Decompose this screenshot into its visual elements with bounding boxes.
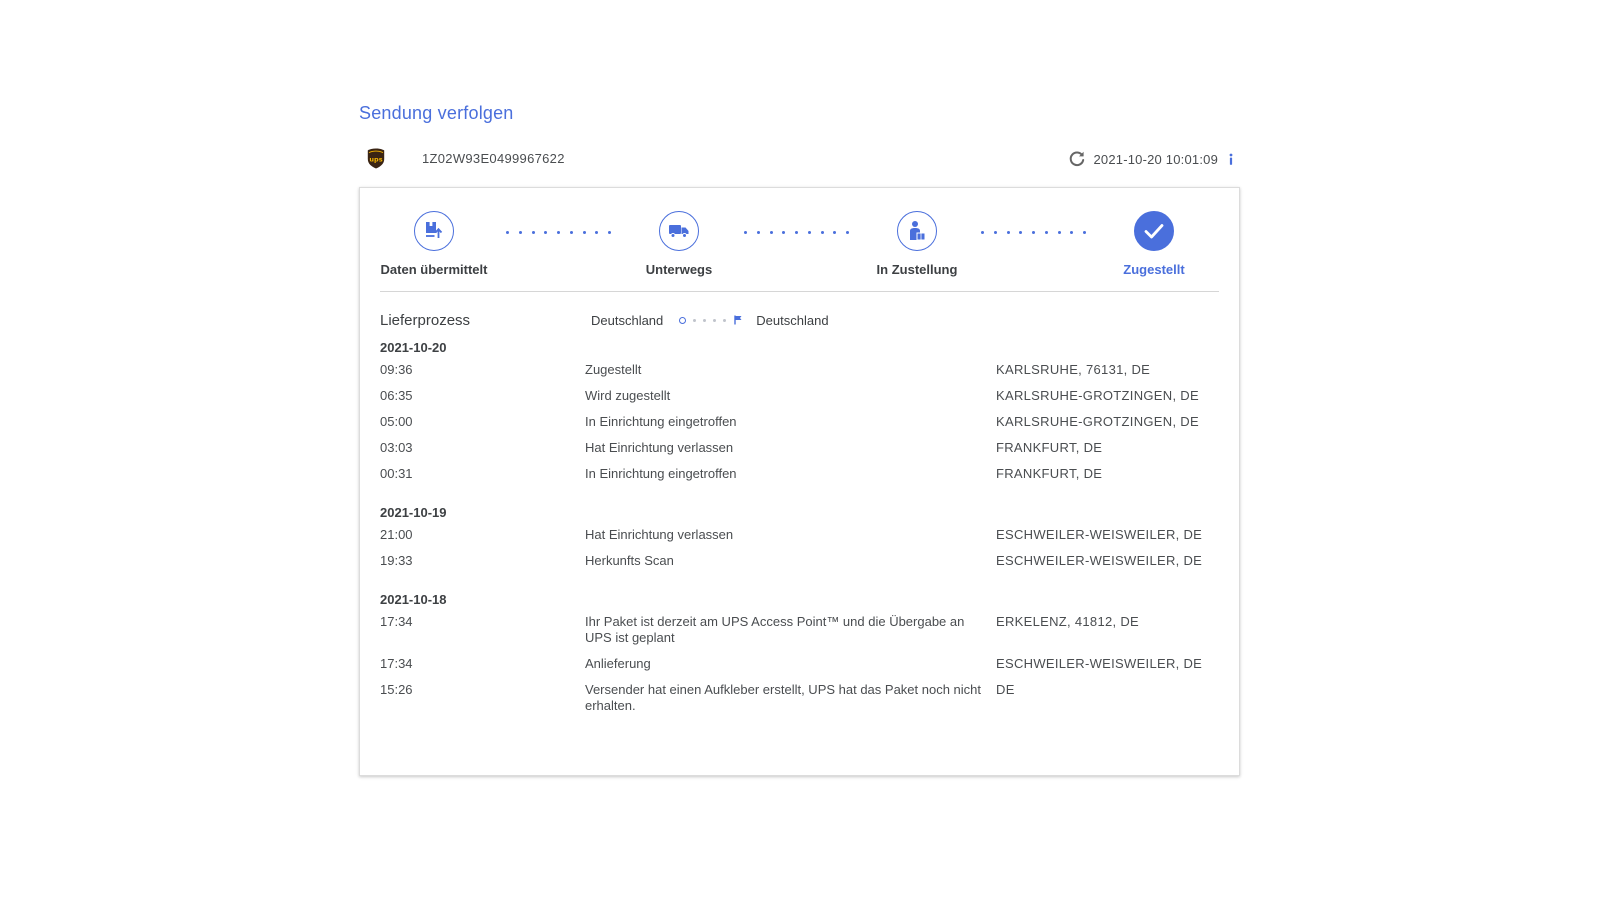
event-location: DE (996, 682, 1015, 697)
event-location: ESCHWEILER-WEISWEILER, DE (996, 527, 1203, 542)
event-location: ERKELENZ, 41812, DE (996, 614, 1139, 629)
step-connector (506, 231, 611, 235)
flag-icon (734, 315, 742, 325)
event-time: 00:31 (380, 466, 413, 481)
section-title: Lieferprozess (380, 312, 471, 329)
event-location: KARLSRUHE-GROTZINGEN, DE (996, 414, 1199, 429)
step-in-transit: Unterwegs (604, 211, 754, 277)
event-row: 17:34 Ihr Paket ist derzeit am UPS Acces… (380, 614, 1221, 646)
day-date: 2021-10-20 (380, 340, 447, 355)
event-description: Wird zugestellt (585, 388, 671, 403)
event-description: In Einrichtung eingetroffen (585, 414, 737, 429)
ups-logo-icon: ups (367, 148, 385, 169)
tracking-card: Daten übermittelt Unterwegs In Zustellun… (359, 187, 1240, 776)
event-time: 19:33 (380, 553, 413, 568)
day-group: 2021-10-19 21:00 Hat Einrichtung verlass… (380, 505, 1221, 569)
event-row: 19:33 Herkunfts Scan ESCHWEILER-WEISWEIL… (380, 553, 1221, 569)
event-row: 06:35 Wird zugestellt KARLSRUHE-GROTZING… (380, 388, 1221, 404)
event-time: 17:34 (380, 656, 413, 671)
last-updated: 2021-10-20 10:01:09 (1068, 149, 1236, 169)
event-description: In Einrichtung eingetroffen (585, 466, 737, 481)
event-row: 00:31 In Einrichtung eingetroffen FRANKF… (380, 466, 1221, 482)
divider (380, 291, 1219, 292)
step-connector (744, 231, 849, 235)
event-location: FRANKFURT, DE (996, 466, 1103, 481)
event-description: Herkunfts Scan (585, 553, 674, 568)
event-time: 03:03 (380, 440, 413, 455)
route-destination: Deutschland (756, 312, 829, 328)
route: Deutschland Deutschland (591, 312, 829, 328)
event-row: 09:36 Zugestellt KARLSRUHE, 76131, DE (380, 362, 1221, 378)
event-description: Versender hat einen Aufkleber erstellt, … (585, 682, 982, 713)
event-time: 05:00 (380, 414, 413, 429)
package-upload-icon (426, 222, 443, 238)
refresh-icon[interactable] (1068, 150, 1086, 168)
event-description: Zugestellt (585, 362, 642, 377)
day-group: 2021-10-18 17:34 Ihr Paket ist derzeit a… (380, 592, 1221, 714)
day-date: 2021-10-19 (380, 505, 447, 520)
day-group: 2021-10-20 09:36 Zugestellt KARLSRUHE, 7… (380, 340, 1221, 482)
event-location: FRANKFURT, DE (996, 440, 1103, 455)
info-icon[interactable] (1226, 152, 1236, 166)
origin-circle-icon (679, 316, 687, 324)
event-location: ESCHWEILER-WEISWEILER, DE (996, 656, 1203, 671)
event-time: 15:26 (380, 682, 413, 697)
event-description: Anlieferung (585, 656, 651, 671)
step-label: Daten übermittelt (380, 262, 488, 277)
page-title: Sendung verfolgen (359, 103, 514, 123)
event-row: 17:34 Anlieferung ESCHWEILER-WEISWEILER,… (380, 656, 1221, 672)
event-time: 17:34 (380, 614, 413, 629)
event-description: Ihr Paket ist derzeit am UPS Access Poin… (585, 614, 965, 645)
checkmark-icon (1144, 224, 1164, 239)
event-row: 15:26 Versender hat einen Aufkleber erst… (380, 682, 1221, 714)
event-time: 06:35 (380, 388, 413, 403)
event-time: 21:00 (380, 527, 413, 542)
step-delivered: Zugestellt (1079, 211, 1229, 277)
svg-text:ups: ups (369, 156, 382, 164)
route-origin: Deutschland (591, 312, 664, 328)
tracking-header: ups 1Z02W93E0499967622 2021-10-20 10:01:… (359, 148, 1240, 170)
event-description: Hat Einrichtung verlassen (585, 440, 734, 455)
event-row: 21:00 Hat Einrichtung verlassen ESCHWEIL… (380, 527, 1221, 543)
step-label: In Zustellung (876, 262, 958, 277)
event-row: 05:00 In Einrichtung eingetroffen KARLSR… (380, 414, 1221, 430)
route-line (679, 315, 742, 325)
updated-time: 2021-10-20 10:01:09 (1093, 151, 1218, 167)
courier-icon (910, 221, 926, 241)
step-out-for-delivery: In Zustellung (842, 211, 992, 277)
event-row: 03:03 Hat Einrichtung verlassen FRANKFUR… (380, 440, 1221, 456)
event-location: ESCHWEILER-WEISWEILER, DE (996, 553, 1203, 568)
day-date: 2021-10-18 (380, 592, 447, 607)
step-label: Unterwegs (645, 262, 713, 277)
event-description: Hat Einrichtung verlassen (585, 527, 734, 542)
event-location: KARLSRUHE, 76131, DE (996, 362, 1151, 377)
event-list: 2021-10-20 09:36 Zugestellt KARLSRUHE, 7… (380, 340, 1221, 737)
event-time: 09:36 (380, 362, 413, 377)
event-location: KARLSRUHE-GROTZINGEN, DE (996, 388, 1199, 403)
step-label: Zugestellt (1123, 262, 1185, 277)
tracking-number: 1Z02W93E0499967622 (422, 151, 565, 166)
step-connector (981, 231, 1086, 235)
step-data-submitted: Daten übermittelt (359, 211, 509, 277)
truck-icon (669, 225, 689, 238)
